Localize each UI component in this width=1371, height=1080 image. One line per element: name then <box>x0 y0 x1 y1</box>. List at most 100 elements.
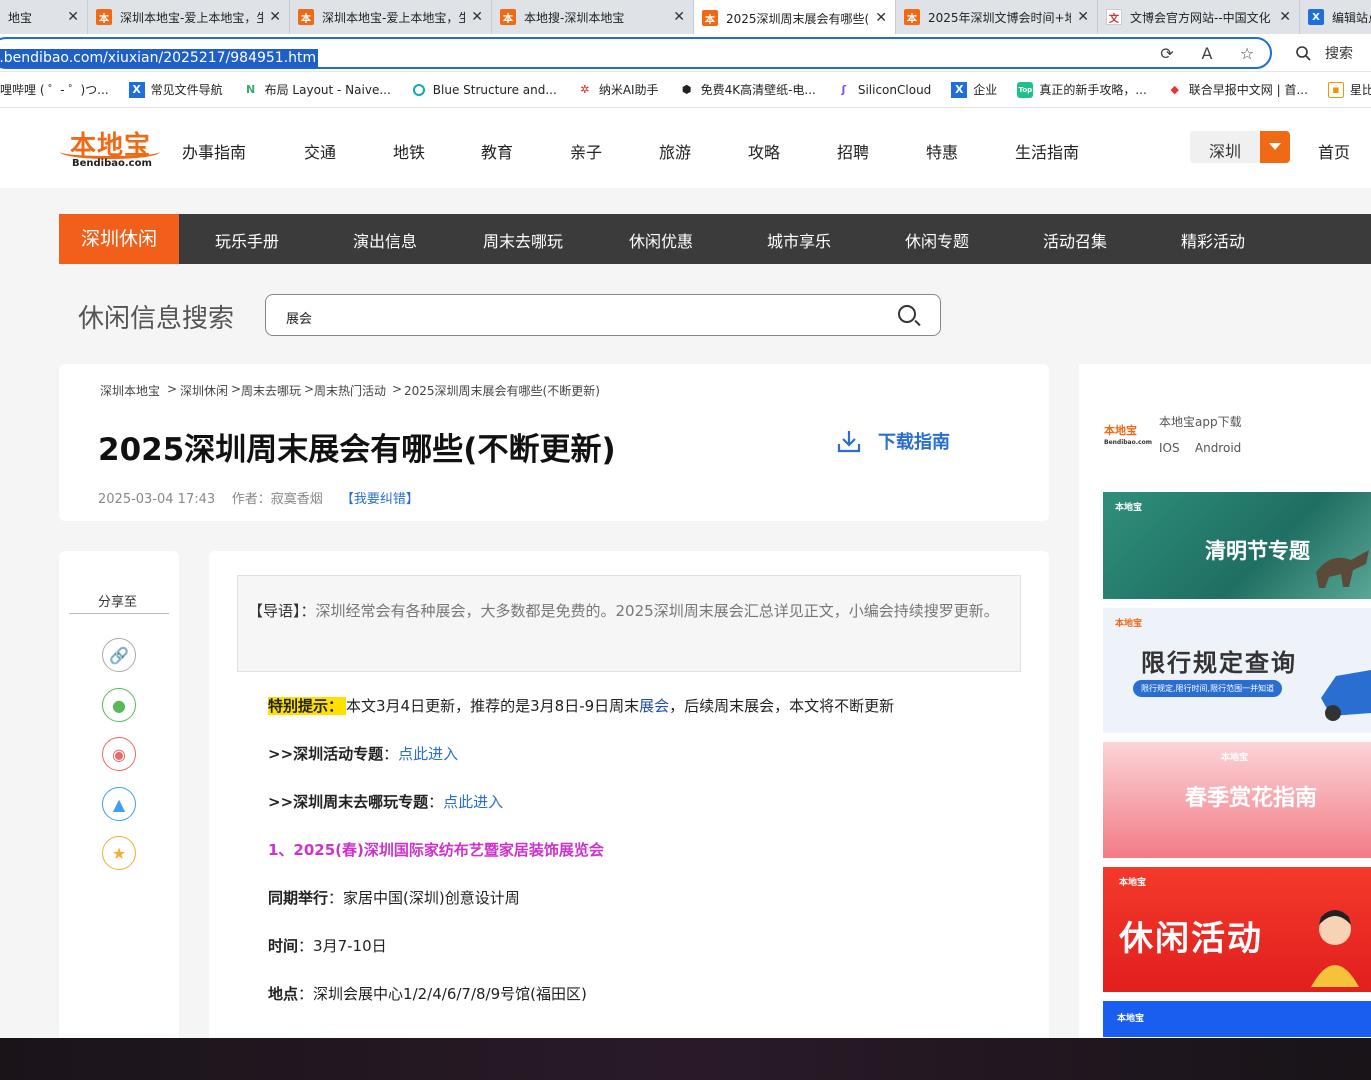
nav-item[interactable]: 办事指南 <box>182 139 246 163</box>
browser-tab[interactable]: X 编辑站点 <box>1300 0 1371 34</box>
nav-item[interactable]: 地铁 <box>393 139 425 163</box>
qingming-banner[interactable]: 本地宝 清明节专题 <box>1103 492 1371 599</box>
category-item[interactable]: 玩乐手册 <box>215 228 279 252</box>
intro-paragraph: 【导语】：深圳经常会有各种展会，大多数都是免费的。2025深圳周末展会汇总详见正… <box>248 595 1012 627</box>
category-item[interactable]: 城市享乐 <box>767 228 831 252</box>
bendibao-favicon-icon: 本 <box>702 10 718 26</box>
category-item[interactable]: 活动召集 <box>1043 228 1107 252</box>
bendibao-logo[interactable]: 本地宝 Bendibao.com <box>60 125 160 175</box>
favorite-star-icon[interactable]: ☆ <box>1236 43 1258 65</box>
bottom-banner[interactable]: 本地宝 <box>1103 1001 1371 1037</box>
banner-logo: 本地宝 <box>1115 503 1143 513</box>
breadcrumb-item[interactable]: 周末热门活动 <box>314 382 386 399</box>
tip-paragraph: 特别提示： 本文3月4日更新，推荐的是3月8日-9日周末展会，后续周末展会，本文将… <box>268 695 894 716</box>
ios-link[interactable]: IOS <box>1159 441 1180 455</box>
bookmark-item[interactable]: X 常见文件导航 <box>128 81 223 98</box>
close-icon[interactable]: ✕ <box>1279 9 1291 25</box>
city-selector[interactable]: 深圳 <box>1190 131 1290 163</box>
qq-icon[interactable]: ▲ <box>102 787 136 821</box>
url-input[interactable]: z.bendibao.com/xiuxian/2025217/984951.ht… <box>0 37 1272 69</box>
bookmark-item[interactable]: ʃ SiliconCloud <box>836 82 932 98</box>
browser-search-button[interactable]: 搜索 <box>1295 43 1353 63</box>
breadcrumb-item[interactable]: 周末去哪玩 <box>241 382 301 399</box>
enter-link[interactable]: 点此进入 <box>443 793 503 811</box>
bookmark-item[interactable]: ✲ 纳米AI助手 <box>577 81 658 98</box>
nav-item[interactable]: 教育 <box>481 139 513 163</box>
leisure-activity-banner[interactable]: 本地宝 休闲活动 <box>1103 867 1371 992</box>
browser-tab[interactable]: 文 文博会官方网站--中国文化 ✕ <box>1098 0 1300 34</box>
android-link[interactable]: Android <box>1195 441 1241 455</box>
download-guide-button[interactable]: 下载指南 <box>836 428 950 454</box>
home-link[interactable]: 首页 <box>1318 139 1350 163</box>
bookmark-item[interactable]: 哩哔哩 ( ゜- ゜)つ... <box>0 81 109 98</box>
article-intro: 【导语】：深圳经常会有各种展会，大多数都是免费的。2025深圳周末展会汇总详见正… <box>237 575 1021 672</box>
category-item[interactable]: 休闲优惠 <box>629 228 693 252</box>
close-icon[interactable]: ✕ <box>875 10 887 26</box>
close-icon[interactable]: ✕ <box>471 9 483 25</box>
spring-flower-banner[interactable]: 本地宝 春季赏花指南 <box>1103 742 1371 858</box>
nav-item[interactable]: 亲子 <box>570 139 602 163</box>
category-main[interactable]: 深圳休闲 <box>59 214 179 264</box>
browser-tab[interactable]: 本 深圳本地宝-爱上本地宝，生 ✕ <box>88 0 290 34</box>
close-icon[interactable]: ✕ <box>673 9 685 25</box>
bookmark-label: 星比>0.8，近一周 <box>1349 83 1371 97</box>
nav-item[interactable]: 生活指南 <box>1015 139 1079 163</box>
close-icon[interactable]: ✕ <box>1077 9 1089 25</box>
browser-tab[interactable]: 本 深圳本地宝-爱上本地宝，生 ✕ <box>290 0 492 34</box>
download-icon <box>837 431 861 453</box>
qzone-star-icon[interactable]: ★ <box>102 836 136 870</box>
bookmark-label: 哩哔哩 ( ゜- ゜)つ... <box>0 83 109 97</box>
tab-title: 本地搜-深圳本地宝 <box>524 10 625 25</box>
close-icon[interactable]: ✕ <box>67 9 79 25</box>
close-icon[interactable]: ✕ <box>269 9 281 25</box>
exhibition-link[interactable]: 展会 <box>639 697 669 715</box>
bookmark-item[interactable]: ▪ 星比>0.8，近一周 <box>1327 81 1371 98</box>
reading-mode-icon[interactable]: ⟳ <box>1156 43 1178 65</box>
nav-item[interactable]: 旅游 <box>659 139 691 163</box>
breadcrumb-current: 2025深圳周末展会有哪些(不断更新) <box>404 384 600 398</box>
chevron-down-icon[interactable] <box>1260 131 1290 163</box>
enter-link[interactable]: 点此进入 <box>398 745 458 763</box>
horse-illustration-icon <box>1316 550 1369 588</box>
browser-tab[interactable]: 地宝 ✕ <box>0 0 88 34</box>
breadcrumb-separator: > <box>392 382 403 396</box>
bookmark-label: 企业 <box>973 83 998 97</box>
browser-tab[interactable]: 本 2025年深圳文博会时间+地 ✕ <box>896 0 1098 34</box>
nav-item[interactable]: 攻略 <box>748 139 780 163</box>
nav-item[interactable]: 特惠 <box>926 139 958 163</box>
category-item[interactable]: 休闲专题 <box>905 228 969 252</box>
bookmark-item[interactable]: ⬢ 免费4K高清壁纸-电... <box>679 81 816 98</box>
bookmark-item[interactable]: X 企业 <box>951 81 997 98</box>
special-topic-label: >>深圳活动专题 <box>268 745 384 763</box>
bookmark-item[interactable]: N 布局 Layout - Naive... <box>243 81 391 98</box>
bookmark-item[interactable]: Top 真正的新手攻略，... <box>1017 81 1147 98</box>
copy-link-icon[interactable]: 🔗 <box>102 638 136 672</box>
browser-tab[interactable]: 本 本地搜-深圳本地宝 ✕ <box>492 0 694 34</box>
weibo-icon[interactable]: ◉ <box>102 737 136 771</box>
bookmark-item[interactable]: ◆ 联合早报中文网 | 首... <box>1167 81 1308 98</box>
breadcrumb-item[interactable]: 深圳本地宝 <box>100 382 160 399</box>
wechat-icon[interactable]: ● <box>102 688 136 722</box>
read-aloud-icon[interactable]: A <box>1196 43 1218 65</box>
browser-tab-active[interactable]: 本 2025深圳周末展会有哪些(不 ✕ <box>694 0 896 34</box>
bookmark-item[interactable]: Blue Structure and... <box>411 82 557 98</box>
time-value: 3月7-10日 <box>313 937 387 955</box>
category-item[interactable]: 演出信息 <box>353 228 417 252</box>
report-error-link[interactable]: 【我要纠错】 <box>341 492 419 507</box>
traffic-restriction-banner[interactable]: 本地宝 限行规定查询 限行规定,限行时间,限行范围一并知道 <box>1103 608 1371 733</box>
tab-title: 编辑站点 <box>1332 10 1371 25</box>
app-logo[interactable]: 本地宝 Bendibao.com <box>1104 422 1152 446</box>
search-input[interactable]: 展会 <box>265 294 941 336</box>
nav-item[interactable]: 招聘 <box>837 139 869 163</box>
breadcrumb-item[interactable]: 深圳休闲 <box>180 382 228 399</box>
colon: ： <box>298 937 314 955</box>
nav-item[interactable]: 交通 <box>304 139 336 163</box>
breadcrumb-separator: > <box>167 382 178 396</box>
search-icon[interactable] <box>898 305 916 323</box>
x-icon: X <box>951 81 968 98</box>
article-meta: 2025-03-04 17:43 作者：寂寞香烟 【我要纠错】 <box>98 488 419 507</box>
category-item[interactable]: 精彩活动 <box>1181 228 1245 252</box>
bookmark-label: SiliconCloud <box>857 82 932 97</box>
app-logo-text: 本地宝 <box>1104 424 1137 437</box>
category-item[interactable]: 周末去哪玩 <box>483 228 563 252</box>
